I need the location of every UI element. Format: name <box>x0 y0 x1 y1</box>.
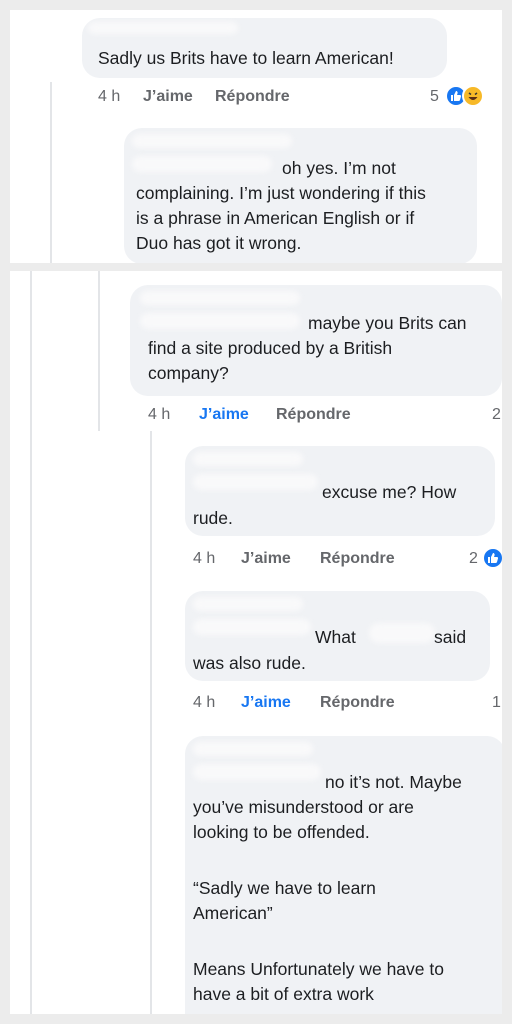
reaction-count[interactable]: 1 <box>492 694 501 712</box>
reply-button[interactable]: Répondre <box>276 406 351 424</box>
reaction-count[interactable]: 5 <box>430 88 439 106</box>
comment-text: have a bit of extra work <box>193 984 374 1004</box>
comment-text: no it’s not. Maybe <box>325 772 462 792</box>
comment-time: 4 h <box>193 694 216 711</box>
comment-text: excuse me? How <box>322 482 457 502</box>
commenter-name-redacted <box>193 597 303 611</box>
comment-text: find a site produced by a British <box>148 338 393 358</box>
commenter-name-redacted <box>193 474 318 490</box>
comment-text: “Sadly we have to learn <box>193 878 376 898</box>
comment-text: What <box>315 627 356 647</box>
commenter-name-redacted <box>132 134 292 148</box>
comment-text: oh yes. I’m not <box>282 158 396 178</box>
comment-text: Means Unfortunately we have to <box>193 959 444 979</box>
like-button[interactable]: J’aime <box>241 550 291 568</box>
comment-actions: 4 h J’aime Répondre <box>193 550 483 570</box>
comment-bubble: Sadly us Brits have to learn American! <box>82 18 447 78</box>
thread-line <box>30 271 32 1014</box>
comment-actions: 4 h J’aime Répondre <box>148 406 488 426</box>
comment-text: maybe you Brits can <box>308 313 467 333</box>
screenshot-panel-top: Sadly us Brits have to learn American! 4… <box>10 10 502 263</box>
comment-text: Sadly us Brits have to learn American! <box>98 48 394 68</box>
screenshot-panel-bottom: maybe you Brits can find a site produced… <box>10 271 502 1014</box>
like-button[interactable]: J’aime <box>199 406 249 424</box>
reply-button[interactable]: Répondre <box>320 550 395 568</box>
comment-text: said <box>434 627 467 647</box>
comment-text: was also rude. <box>193 653 306 673</box>
comment-bubble: What said was also rude. <box>185 591 490 681</box>
commenter-name-redacted <box>369 623 435 643</box>
comment-time: 4 h <box>193 550 216 567</box>
thread-line <box>98 271 100 431</box>
comment-bubble: excuse me? How rude. <box>185 446 495 536</box>
comment-text: rude. <box>193 508 233 528</box>
comment-text: you’ve misunderstood or are <box>193 797 414 817</box>
commenter-name-redacted <box>193 742 313 756</box>
commenter-name-redacted <box>193 452 303 466</box>
like-button[interactable]: J’aime <box>241 694 291 712</box>
commenter-name-redacted <box>140 313 300 329</box>
comment-text: is a phrase in American English or if <box>136 208 415 228</box>
commenter-name-redacted <box>193 764 321 780</box>
comment-text: Duo has got it wrong. <box>136 233 302 253</box>
like-button[interactable]: J’aime <box>143 88 193 106</box>
comment-bubble: oh yes. I’m not complaining. I’m just wo… <box>124 128 477 263</box>
comment-text: American” <box>193 903 273 923</box>
comment-text: complaining. I’m just wondering if this <box>136 183 426 203</box>
comment-bubble: no it’s not. Maybe you’ve misunderstood … <box>185 736 502 1014</box>
commenter-name-redacted <box>88 22 238 34</box>
reply-button[interactable]: Répondre <box>320 694 395 712</box>
thread-line <box>50 82 52 263</box>
comment-bubble: maybe you Brits can find a site produced… <box>130 285 502 396</box>
reaction-count[interactable]: 2 <box>469 550 478 568</box>
commenter-name-redacted <box>140 291 300 305</box>
comment-text: company? <box>148 363 229 383</box>
thread-line <box>150 431 152 1014</box>
commenter-name-redacted <box>193 619 311 635</box>
reaction-count[interactable]: 2 <box>492 406 501 424</box>
like-icon <box>482 547 502 569</box>
haha-icon <box>462 85 484 107</box>
commenter-name-redacted <box>132 156 272 172</box>
comment-time: 4 h <box>98 88 121 105</box>
comment-text: looking to be offended. <box>193 822 370 842</box>
reply-button[interactable]: Répondre <box>215 88 290 106</box>
comment-time: 4 h <box>148 406 171 423</box>
comment-actions: 4 h J’aime Répondre <box>193 694 493 714</box>
